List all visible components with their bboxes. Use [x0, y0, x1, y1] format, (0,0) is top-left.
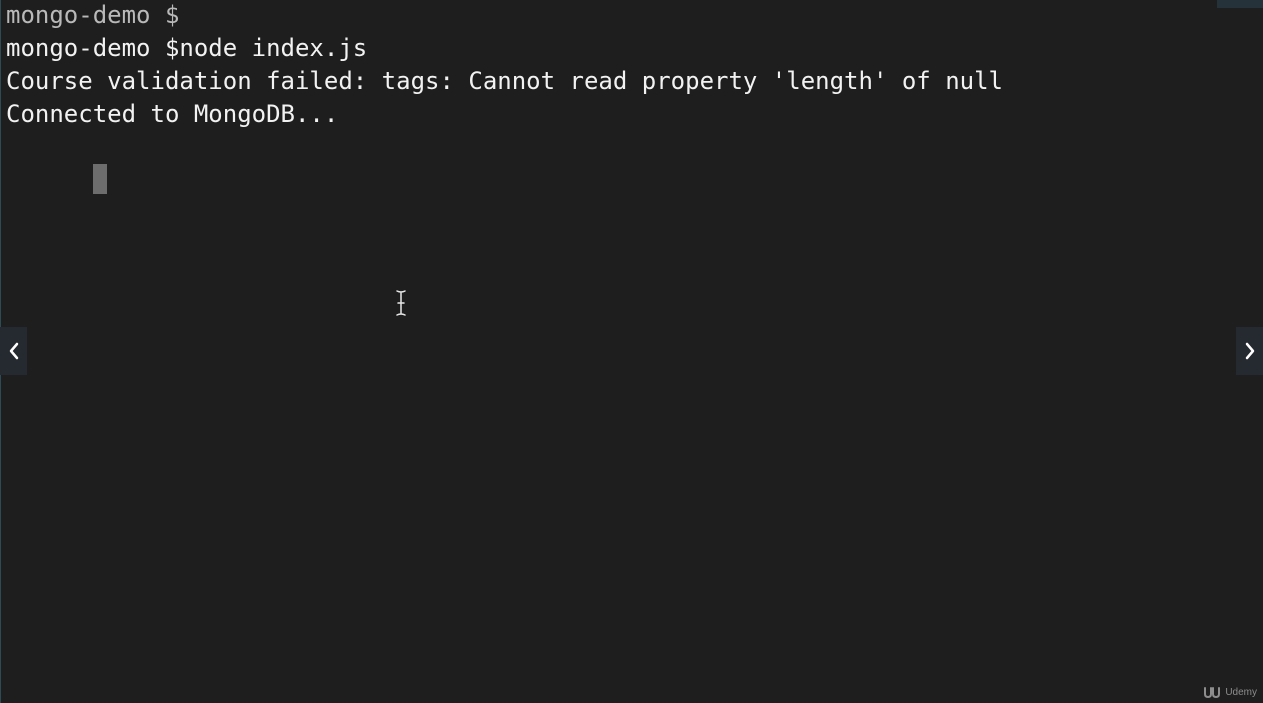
watermark-brand-text: Udemy: [1225, 686, 1257, 698]
terminal-line-error: Course validation failed: tags: Cannot r…: [6, 67, 1003, 95]
previous-button[interactable]: [0, 327, 27, 375]
terminal-cursor-line: [6, 132, 1003, 194]
terminal-output[interactable]: mongo-demo $ mongo-demo $node index.js C…: [6, 0, 1003, 194]
terminal-window: mongo-demo $ mongo-demo $node index.js C…: [0, 0, 1263, 703]
udemy-watermark: Udemy: [1203, 686, 1257, 698]
chevron-right-icon: [1245, 342, 1254, 360]
udemy-logo-icon: [1204, 687, 1221, 698]
chevron-left-icon: [9, 342, 18, 360]
top-right-bar: [1217, 0, 1263, 8]
text-cursor-icon: [395, 289, 407, 317]
terminal-line-command: mongo-demo $node index.js: [6, 34, 368, 62]
next-button[interactable]: [1236, 327, 1263, 375]
terminal-cursor: [92, 164, 107, 194]
terminal-line-connected: Connected to MongoDB...: [6, 100, 339, 128]
terminal-line-prompt: mongo-demo $: [6, 1, 180, 29]
